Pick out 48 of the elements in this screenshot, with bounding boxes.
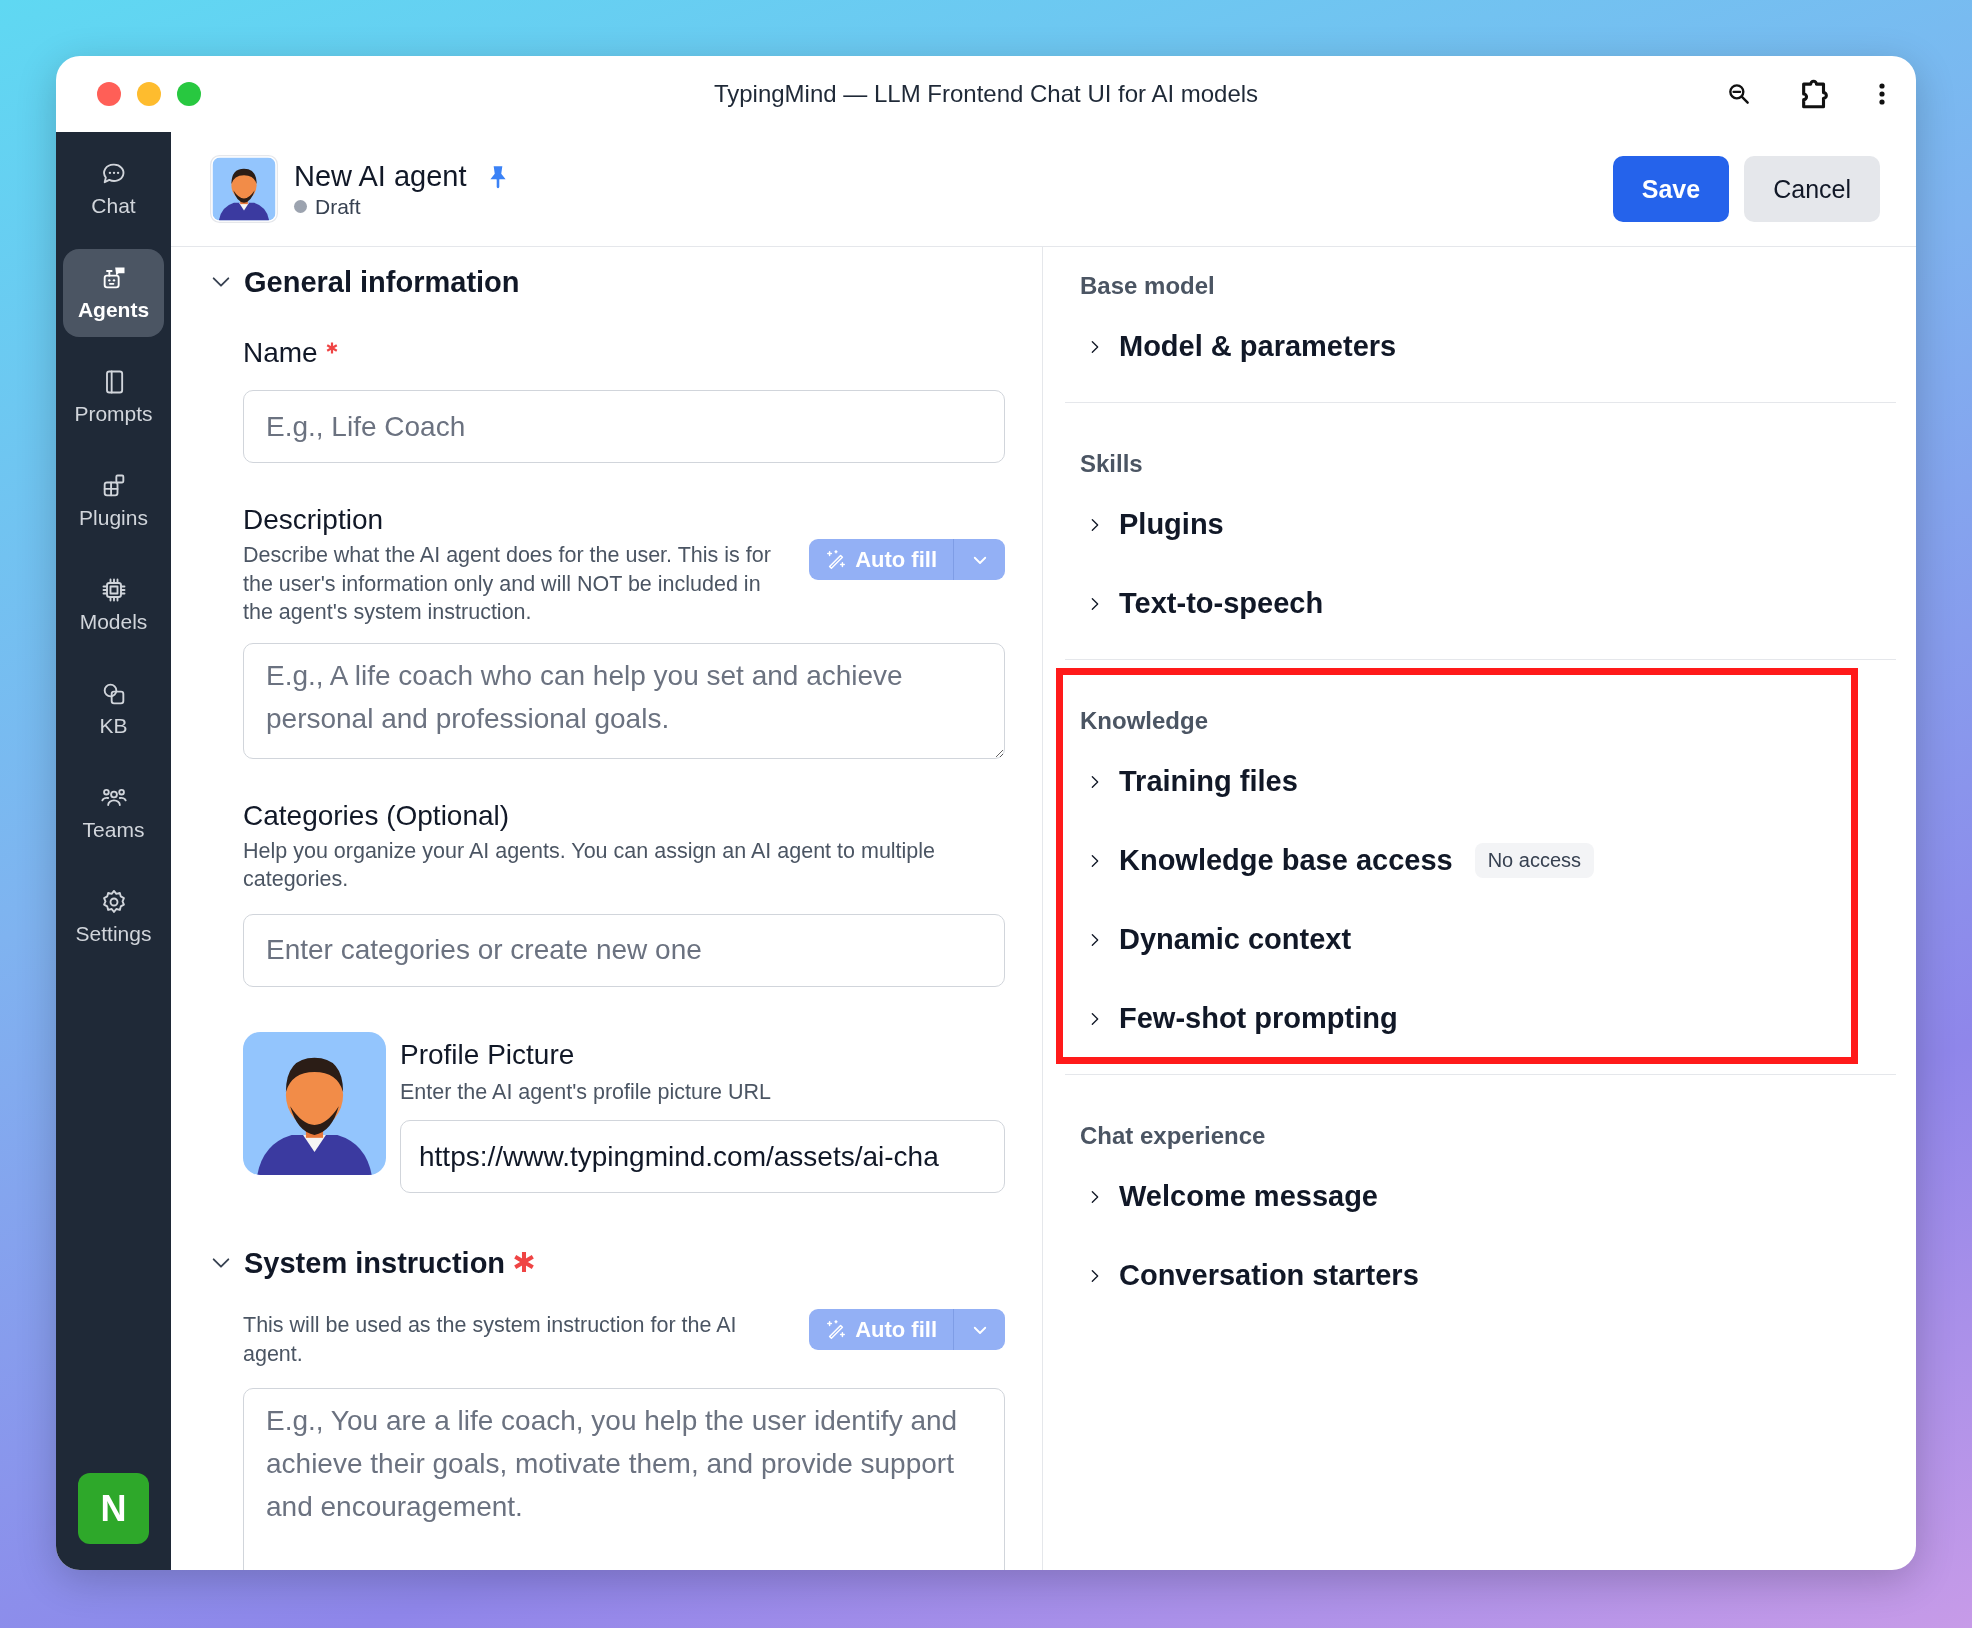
more-icon[interactable] <box>1878 81 1886 107</box>
section-heading: System instruction <box>244 1246 506 1281</box>
sidebar-item[interactable]: Agents <box>63 249 164 337</box>
sidebar-item[interactable]: Models <box>63 561 164 649</box>
field-label: Name <box>243 336 318 370</box>
window-title: TypingMind — LLM Frontend Chat UI for AI models <box>713 80 1259 107</box>
sidebar-item[interactable]: Teams <box>63 769 164 857</box>
status-text: Draft <box>315 194 361 219</box>
collapsible-item[interactable]: Training files <box>1119 765 1298 798</box>
collapsible-item[interactable]: Plugins <box>1119 508 1224 541</box>
field-label: Profile Picture <box>400 1037 575 1072</box>
collapsible-item[interactable]: Few-shot prompting <box>1119 1002 1398 1035</box>
collapsible-item[interactable]: Conversation starters <box>1119 1259 1419 1292</box>
save-button[interactable]: Save <box>1612 156 1730 222</box>
url-field[interactable]: https://www.typingmind.com/assets/ai-cha <box>400 1120 1005 1193</box>
section-title: Base model <box>1079 271 1216 301</box>
text-area[interactable]: E.g., You are a life coach, you help the user identify and achieve their goals, motivate them, and provide support and encouragement. <box>243 1388 1005 1570</box>
help-text: Describe what the AI agent does for the user. This is for the user's information only and will NOT be included in the agent's system instruction. <box>243 542 772 626</box>
zoom-out-icon[interactable] <box>1726 81 1752 107</box>
close-button[interactable] <box>97 82 121 106</box>
sidebar-item[interactable]: Plugins <box>63 457 164 545</box>
collapsible-item[interactable]: Welcome message <box>1119 1180 1378 1213</box>
sidebar-item[interactable]: Chat <box>63 145 164 233</box>
help-text: Help you organize your AI agents. You can assign an AI agent to multiple categories. <box>243 837 937 893</box>
collapsible-item[interactable]: Model & parameters <box>1119 330 1397 363</box>
help-text: This will be used as the system instruction for the AI agent. <box>243 1312 738 1368</box>
collapsible-item[interactable]: Dynamic context <box>1119 923 1352 956</box>
text-area[interactable]: E.g., A life coach who can help you set and achieve personal and professional goals. <box>243 642 1005 759</box>
section-title: Skills <box>1079 449 1144 479</box>
status-dot <box>294 200 307 213</box>
sidebar-item[interactable]: Prompts <box>63 353 164 441</box>
sidebar-item[interactable]: Settings <box>63 873 164 961</box>
agent-name: New AI agent <box>294 159 467 193</box>
collapsible-item[interactable]: Text-to-speech <box>1119 587 1324 620</box>
status-badge: No access <box>1474 843 1595 878</box>
field-label: Description <box>243 503 384 537</box>
cancel-button[interactable]: Cancel <box>1744 156 1880 222</box>
magic-wand-icon <box>825 1318 848 1341</box>
section-title: Knowledge <box>1079 706 1209 736</box>
input-field[interactable]: Enter categories or create new one <box>243 913 1005 987</box>
section-heading: General information <box>244 265 520 300</box>
collapsible-item[interactable]: Knowledge base access <box>1119 844 1453 877</box>
help-text: Enter the AI agent's profile picture URL <box>400 1078 772 1106</box>
magic-wand-icon <box>825 548 848 571</box>
input-field[interactable]: E.g., Life Coach <box>243 390 1005 463</box>
section-title: Chat experience <box>1079 1121 1267 1151</box>
field-label: Categories (Optional) <box>243 798 510 833</box>
sidebar-item[interactable]: KB <box>63 665 164 753</box>
